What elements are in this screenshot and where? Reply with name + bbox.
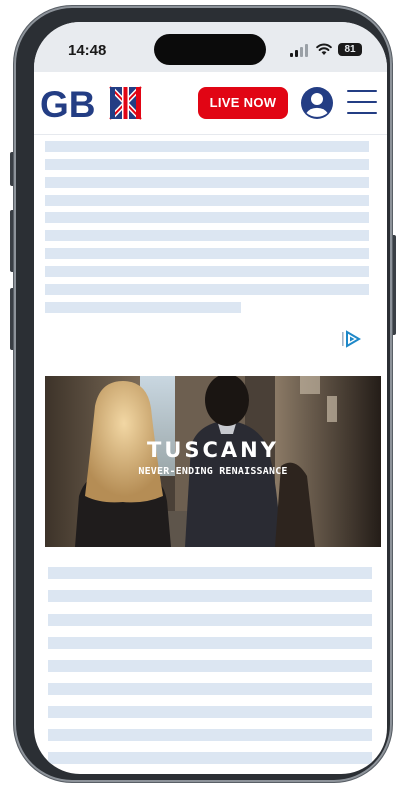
- dynamic-island: [154, 34, 266, 65]
- status-bar: 14:48 81: [34, 22, 387, 72]
- adchoices-icon[interactable]: [340, 330, 362, 348]
- live-now-button[interactable]: LIVE NOW: [198, 87, 288, 119]
- gbn-logo[interactable]: GB: [40, 84, 144, 122]
- skeleton-line: [48, 752, 372, 764]
- skeleton-line: [48, 706, 372, 718]
- video-subtitle: NEVER-ENDING RENAISSANCE: [138, 466, 288, 477]
- skeleton-line: [48, 567, 372, 579]
- skeleton-line: [45, 141, 369, 152]
- hamburger-menu-icon[interactable]: [347, 88, 377, 116]
- skeleton-line: [45, 212, 369, 223]
- skeleton-line: [45, 230, 369, 241]
- video-ad[interactable]: TUSCANY NEVER-ENDING RENAISSANCE: [45, 376, 381, 547]
- skeleton-line: [45, 195, 369, 206]
- skeleton-line: [48, 660, 372, 672]
- wifi-icon: [316, 43, 332, 55]
- skeleton-line: [48, 683, 372, 695]
- signal-icon: [290, 44, 310, 57]
- skeleton-line: [45, 177, 369, 188]
- svg-text:GB: GB: [40, 84, 96, 122]
- video-title: TUSCANY: [147, 438, 279, 462]
- user-icon[interactable]: [300, 86, 334, 120]
- status-time: 14:48: [68, 42, 107, 59]
- skeleton-line: [45, 284, 369, 295]
- skeleton-line: [45, 302, 241, 313]
- skeleton-line: [48, 729, 372, 741]
- skeleton-line: [48, 637, 372, 649]
- site-header: GB LIVE NOW: [34, 72, 387, 135]
- phone-screen: 14:48 81 GB LIVE NOW TUSCANY NEVER-ENDIN…: [34, 22, 387, 774]
- skeleton-line: [48, 590, 372, 602]
- skeleton-line: [45, 159, 369, 170]
- skeleton-line: [48, 614, 372, 626]
- skeleton-line: [45, 248, 369, 259]
- battery-icon: 81: [338, 43, 362, 56]
- skeleton-line: [45, 266, 369, 277]
